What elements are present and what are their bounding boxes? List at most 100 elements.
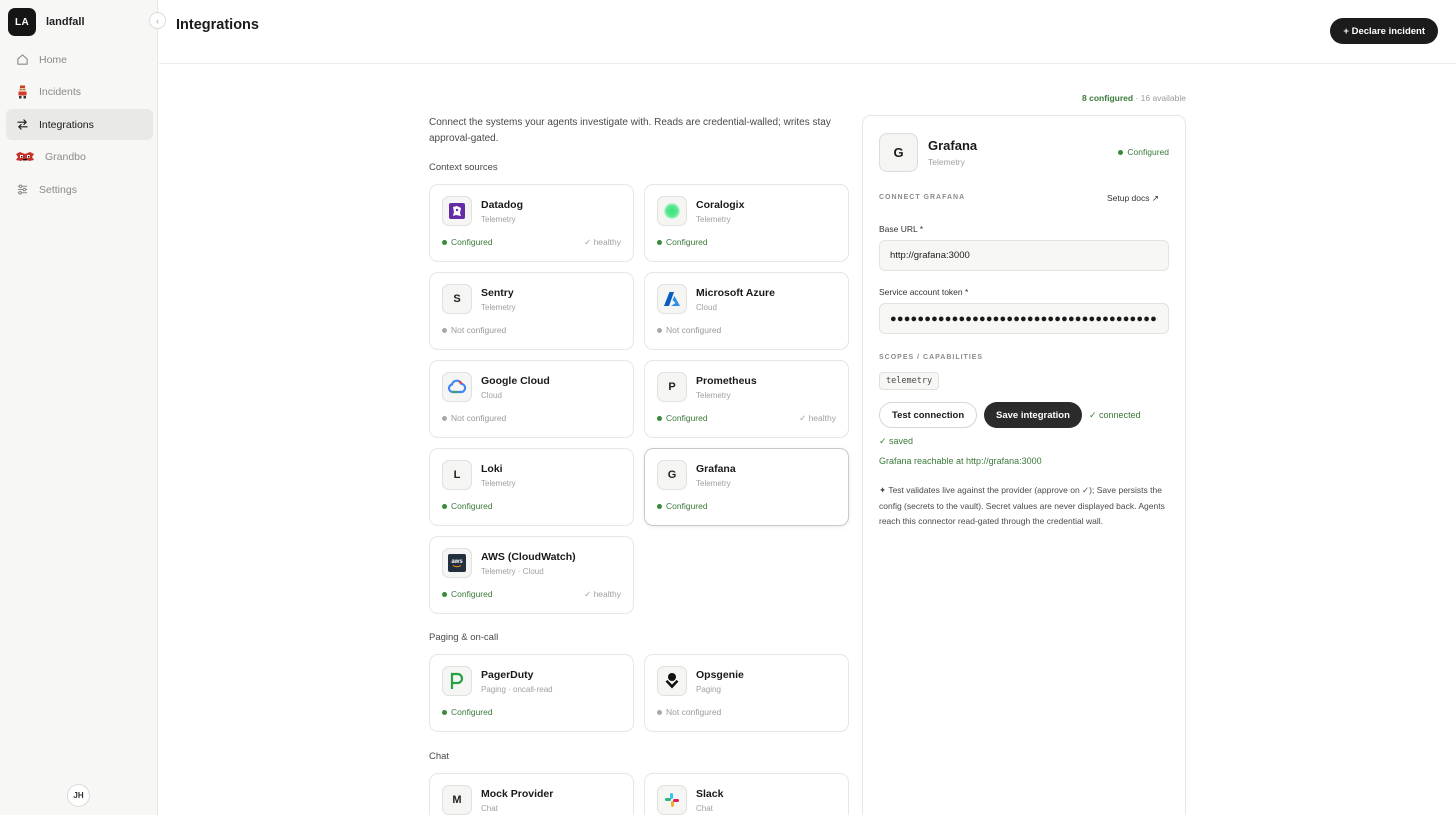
card-name: AWS (CloudWatch) [481, 551, 576, 563]
aws-logo-icon: aws [442, 548, 472, 578]
status-text: Not configured [451, 325, 507, 335]
panel-title: Grafana [928, 138, 978, 153]
card-name: PagerDuty [481, 669, 534, 681]
base-url-label: Base URL * [879, 224, 924, 234]
connected-indicator: ✓ connected [1089, 410, 1141, 420]
status-text: Configured [451, 237, 493, 247]
card-name: Datadog [481, 199, 523, 211]
sidebar-item-home[interactable]: Home [6, 44, 153, 75]
card-name: Loki [481, 463, 503, 475]
workspace-badge: LA [8, 8, 36, 36]
status-dot-icon [442, 239, 447, 245]
integration-card-sentry[interactable]: S Sentry Telemetry Not configured [429, 272, 634, 350]
base-url-input[interactable] [879, 240, 1169, 271]
page-title: Integrations [176, 17, 259, 33]
scopes-section-title: SCOPES / CAPABILITIES [879, 354, 984, 361]
coralogix-logo-icon [657, 196, 687, 226]
sidebar-item-label: Integrations [39, 118, 94, 131]
service-token-input[interactable] [879, 303, 1169, 334]
sidebar-item-grandbo[interactable]: Grandbo [6, 142, 153, 173]
page-header: Integrations + Declare incident [159, 0, 1456, 64]
opsgenie-logo-icon [657, 666, 687, 696]
status-badge: Configured [657, 237, 708, 247]
card-category: Paging · oncall-read [481, 685, 553, 694]
status-badge: Configured [442, 237, 493, 247]
section-paging-oncall: Paging & on-call [429, 632, 499, 643]
card-name: Grafana [696, 463, 736, 475]
integration-card-mock-provider[interactable]: M Mock Provider Chat [429, 773, 634, 815]
integration-card-datadog[interactable]: Datadog Telemetry Configured ✓ healthy [429, 184, 634, 262]
prometheus-logo-icon: P [657, 372, 687, 402]
grafana-logo-icon: G [657, 460, 687, 490]
scope-chip: telemetry [879, 372, 940, 390]
integration-card-slack[interactable]: Slack Chat [644, 773, 849, 815]
sidebar-item-integrations[interactable]: Integrations [6, 109, 153, 140]
status-dot-icon [442, 415, 447, 421]
integration-card-coralogix[interactable]: Coralogix Telemetry Configured [644, 184, 849, 262]
card-category: Chat [481, 804, 498, 813]
save-integration-button[interactable]: Save integration [984, 402, 1082, 428]
health-indicator: ✓ healthy [584, 237, 621, 247]
panel-status-badge: Configured [1118, 147, 1169, 157]
settings-icon [15, 183, 29, 197]
mock-provider-logo-icon: M [442, 785, 472, 815]
integration-card-loki[interactable]: L Loki Telemetry Configured [429, 448, 634, 526]
slack-logo-icon [657, 785, 687, 815]
integration-card-prometheus[interactable]: P Prometheus Telemetry Configured ✓ heal… [644, 360, 849, 438]
status-dot-icon [657, 239, 662, 245]
status-text: Configured [1127, 147, 1169, 157]
sidebar-item-label: Incidents [39, 86, 82, 98]
declare-incident-button[interactable]: + Declare incident [1330, 18, 1438, 44]
integration-card-azure[interactable]: Microsoft Azure Cloud Not configured [644, 272, 849, 350]
card-category: Telemetry [481, 215, 516, 224]
test-connection-button[interactable]: Test connection [879, 402, 978, 428]
section-chat: Chat [429, 751, 450, 762]
integration-detail-panel: G Grafana Telemetry Configured CONNECT G… [862, 115, 1186, 815]
integration-card-google-cloud[interactable]: Google Cloud Cloud Not configured [429, 360, 634, 438]
sentry-logo-icon: S [442, 284, 472, 314]
card-category: Telemetry [696, 391, 731, 400]
saved-indicator: ✓ saved [879, 436, 914, 446]
card-category: Cloud [696, 303, 717, 312]
card-category: Chat [696, 804, 713, 813]
card-name: Sentry [481, 287, 514, 299]
setup-docs-link[interactable]: Setup docs ↗ [1107, 193, 1159, 204]
card-category: Telemetry · Cloud [481, 567, 544, 576]
workspace-switcher[interactable]: LA landfall [8, 8, 85, 36]
card-category: Telemetry [696, 215, 731, 224]
configured-count: 8 configured [1082, 93, 1134, 103]
card-category: Telemetry [481, 479, 516, 488]
workspace-name: landfall [46, 16, 85, 28]
integration-card-grafana[interactable]: G Grafana Telemetry Configured [644, 448, 849, 526]
panel-category: Telemetry [928, 157, 965, 167]
card-category: Paging [696, 685, 721, 694]
status-text: Not configured [451, 413, 507, 423]
health-indicator: ✓ healthy [799, 413, 836, 423]
sidebar-item-settings[interactable]: Settings [6, 174, 153, 205]
status-text: Configured [666, 501, 708, 511]
sidebar-item-incidents[interactable]: Incidents [6, 77, 153, 108]
status-text: Not configured [666, 325, 722, 335]
card-category: Telemetry [481, 303, 516, 312]
status-badge: Configured [442, 501, 493, 511]
card-category: Telemetry [696, 479, 731, 488]
grafana-logo-icon: G [879, 133, 918, 172]
status-dot-icon [657, 503, 662, 509]
home-icon [15, 53, 29, 67]
status-text: Configured [451, 707, 493, 717]
status-text: Configured [666, 413, 708, 423]
reachable-message: Grafana reachable at http://grafana:3000 [879, 456, 1042, 466]
datadog-logo-icon [442, 196, 472, 226]
status-badge: Not configured [442, 325, 506, 335]
status-text: Not configured [666, 707, 722, 717]
integration-card-pagerduty[interactable]: PagerDuty Paging · oncall-read Configure… [429, 654, 634, 732]
status-text: Configured [451, 589, 493, 599]
collapse-sidebar-button[interactable]: ‹ [149, 12, 166, 29]
integration-card-aws[interactable]: aws AWS (CloudWatch) Telemetry · Cloud C… [429, 536, 634, 614]
status-text: Configured [666, 237, 708, 247]
status-badge: Configured [442, 707, 493, 717]
integration-card-opsgenie[interactable]: Opsgenie Paging Not configured [644, 654, 849, 732]
status-dot-icon [1118, 149, 1124, 155]
user-avatar[interactable]: JH [67, 784, 90, 807]
status-dot-icon [442, 503, 447, 509]
